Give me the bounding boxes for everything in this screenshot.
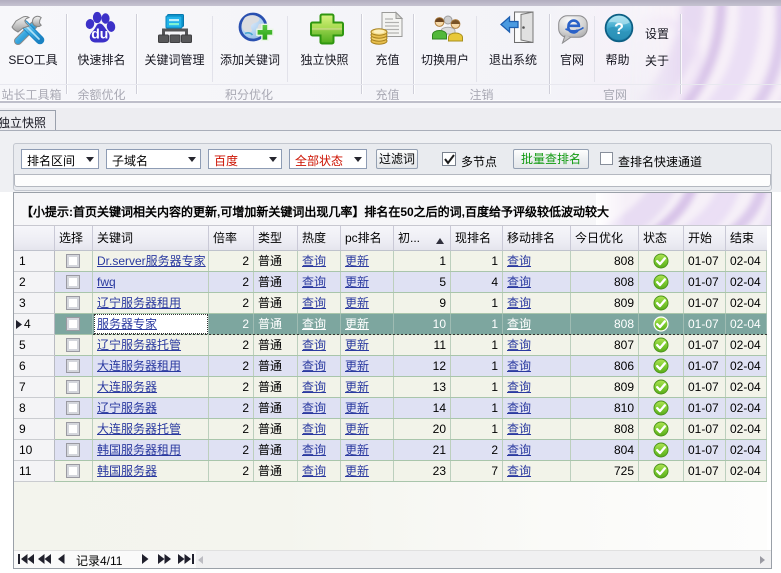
svg-text:?: ? xyxy=(614,21,624,38)
svg-text:du: du xyxy=(91,26,108,42)
